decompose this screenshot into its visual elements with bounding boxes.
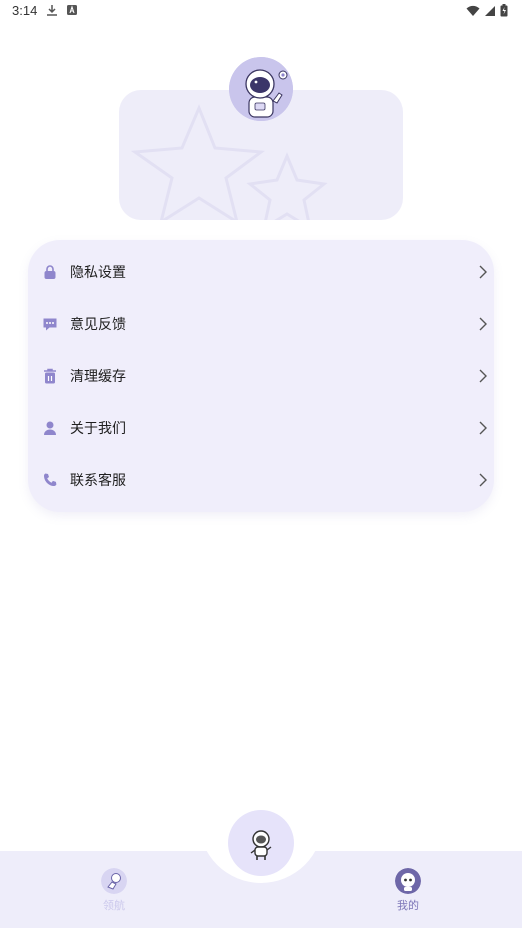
tab-label: 领航 <box>103 899 125 912</box>
center-action-button[interactable] <box>228 810 294 876</box>
astronaut-icon <box>250 830 272 860</box>
chevron-right-icon <box>479 369 487 383</box>
message-icon <box>43 318 57 331</box>
download-icon <box>47 5 57 16</box>
tab-mine[interactable]: 我的 <box>378 868 438 913</box>
avatar[interactable] <box>229 57 293 121</box>
menu-item-label: 清理缓存 <box>70 369 126 385</box>
phone-icon <box>44 473 57 486</box>
tab-label: 我的 <box>397 899 419 912</box>
status-bar: 3:14 <box>0 0 522 22</box>
menu-item-clear-cache[interactable]: 清理缓存 <box>28 350 494 402</box>
status-time: 3:14 <box>12 3 38 18</box>
tab-navigate[interactable]: 领航 <box>84 868 144 913</box>
settings-menu: 隐私设置 意见反馈 清理缓存 关于我们 联系客服 <box>28 240 494 512</box>
chevron-right-icon <box>479 421 487 435</box>
menu-item-label: 联系客服 <box>70 473 126 489</box>
lock-icon <box>44 265 56 279</box>
menu-item-label: 关于我们 <box>70 421 126 437</box>
app-notification-icon <box>67 5 77 15</box>
trash-icon <box>44 368 56 384</box>
astronaut-avatar-icon <box>229 57 293 121</box>
menu-item-label: 隐私设置 <box>70 265 126 281</box>
wifi-icon <box>466 5 480 16</box>
menu-item-privacy[interactable]: 隐私设置 <box>28 246 494 298</box>
chevron-right-icon <box>479 317 487 331</box>
astronaut-face-icon <box>395 868 421 894</box>
menu-item-contact-support[interactable]: 联系客服 <box>28 454 494 506</box>
chevron-right-icon <box>479 473 487 487</box>
astronaut-flying-icon <box>101 868 127 894</box>
chevron-right-icon <box>479 265 487 279</box>
menu-item-label: 意见反馈 <box>70 317 126 333</box>
menu-item-about-us[interactable]: 关于我们 <box>28 402 494 454</box>
battery-icon <box>500 4 508 17</box>
person-icon <box>44 421 56 435</box>
signal-icon <box>485 5 495 16</box>
menu-item-feedback[interactable]: 意见反馈 <box>28 298 494 350</box>
